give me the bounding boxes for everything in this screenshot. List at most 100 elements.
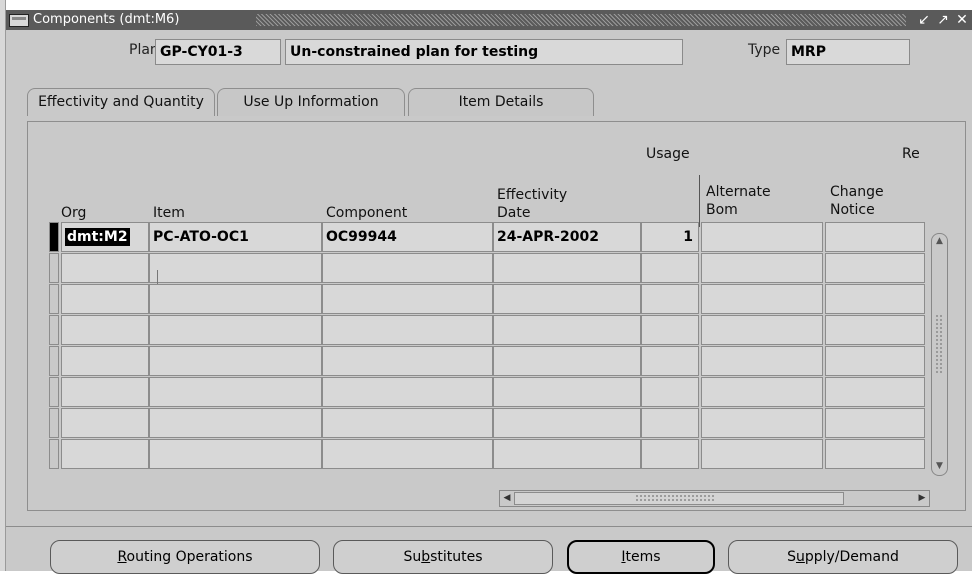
row-indicator[interactable]: [49, 253, 59, 283]
cell-change-notice[interactable]: [825, 315, 925, 345]
scroll-down-icon[interactable]: ▼: [934, 461, 945, 472]
cell-usage[interactable]: 1: [641, 222, 699, 252]
cell-component[interactable]: [322, 408, 493, 438]
cell-effectivity-date[interactable]: [493, 315, 641, 345]
row-indicator[interactable]: [49, 377, 59, 407]
supply-demand-button[interactable]: Supply/Demand: [728, 540, 958, 574]
cell-effectivity-date[interactable]: [493, 377, 641, 407]
cell-org[interactable]: [61, 439, 149, 469]
cell-change-notice[interactable]: [825, 284, 925, 314]
title-bar[interactable]: Components (dmt:M6) ↙ ↗ ✕: [6, 10, 972, 30]
scroll-left-icon[interactable]: ◀: [501, 492, 513, 505]
tab-item-details[interactable]: Item Details: [408, 88, 594, 116]
type-field[interactable]: MRP: [786, 39, 910, 65]
cell-effectivity-date[interactable]: [493, 408, 641, 438]
cell-item[interactable]: [149, 346, 322, 376]
cell-effectivity-date[interactable]: [493, 284, 641, 314]
cell-item[interactable]: [149, 377, 322, 407]
cell-component[interactable]: [322, 377, 493, 407]
cell-alternate-bom[interactable]: [701, 408, 823, 438]
usage-group-header: Usage: [646, 146, 690, 162]
scroll-grip-icon: [635, 494, 715, 502]
supply-button-pre: S: [787, 549, 796, 565]
substitutes-button-pre: Su: [403, 549, 422, 565]
cell-org[interactable]: dmt:M2: [61, 222, 149, 252]
cell-org[interactable]: [61, 315, 149, 345]
cell-item[interactable]: [149, 439, 322, 469]
scroll-up-icon[interactable]: ▲: [934, 236, 945, 247]
row-indicator[interactable]: [49, 439, 59, 469]
row-indicator[interactable]: [49, 315, 59, 345]
cell-change-notice[interactable]: [825, 253, 925, 283]
cell-alternate-bom[interactable]: [701, 346, 823, 376]
cell-change-notice[interactable]: [825, 222, 925, 252]
cell-change-notice[interactable]: [825, 346, 925, 376]
routing-button-post: outing Operations: [126, 549, 253, 565]
cell-component[interactable]: OC99944: [322, 222, 493, 252]
cell-component[interactable]: [322, 439, 493, 469]
scroll-right-icon[interactable]: ▶: [916, 492, 928, 505]
cell-change-notice[interactable]: [825, 377, 925, 407]
cell-change-notice[interactable]: [825, 408, 925, 438]
cell-item[interactable]: [149, 408, 322, 438]
items-button[interactable]: Items: [567, 540, 715, 574]
cell-alternate-bom[interactable]: [701, 222, 823, 252]
minimize-icon[interactable]: ↙: [916, 11, 932, 29]
row-indicator[interactable]: [49, 284, 59, 314]
column-header-change-notice: Notice: [830, 202, 875, 218]
maximize-icon[interactable]: ↗: [935, 11, 951, 29]
cell-usage[interactable]: [641, 284, 699, 314]
cell-alternate-bom[interactable]: [701, 377, 823, 407]
cell-usage[interactable]: [641, 408, 699, 438]
cell-item[interactable]: [149, 315, 322, 345]
substitutes-button-mnemonic: b: [421, 549, 431, 565]
type-label: Type: [748, 42, 781, 58]
cell-effectivity-date[interactable]: [493, 253, 641, 283]
cell-component[interactable]: [322, 346, 493, 376]
column-header-component: Component: [326, 205, 408, 221]
cell-component[interactable]: [322, 284, 493, 314]
substitutes-button[interactable]: Substitutes: [333, 540, 553, 574]
cell-alternate-bom[interactable]: [701, 315, 823, 345]
cell-change-notice[interactable]: [825, 439, 925, 469]
cell-component[interactable]: [322, 253, 493, 283]
text-cursor: [157, 270, 158, 284]
cell-usage[interactable]: [641, 253, 699, 283]
tab-effectivity-and-quantity[interactable]: Effectivity and Quantity: [27, 88, 215, 116]
cell-component[interactable]: [322, 315, 493, 345]
cell-item[interactable]: [149, 253, 322, 283]
cell-usage[interactable]: [641, 439, 699, 469]
cell-usage[interactable]: [641, 315, 699, 345]
re-header-truncated: Re: [902, 146, 920, 162]
row-indicator[interactable]: [49, 408, 59, 438]
cell-usage[interactable]: [641, 346, 699, 376]
cell-alternate-bom[interactable]: [701, 439, 823, 469]
row-indicator[interactable]: [49, 222, 59, 252]
cell-effectivity-date[interactable]: 24-APR-2002: [493, 222, 641, 252]
routing-operations-button[interactable]: Routing Operations: [50, 540, 320, 574]
tab-use-up-information[interactable]: Use Up Information: [217, 88, 405, 116]
column-header-effectivity: Effectivity: [497, 187, 568, 203]
cell-org[interactable]: [61, 284, 149, 314]
oracle-app-icon: [9, 14, 29, 27]
cell-alternate-bom[interactable]: [701, 253, 823, 283]
column-header-alternate: Alternate: [706, 184, 771, 200]
close-icon[interactable]: ✕: [954, 11, 970, 29]
cell-item[interactable]: [149, 284, 322, 314]
cell-usage[interactable]: [641, 377, 699, 407]
horizontal-scrollbar[interactable]: ◀ ▶: [499, 490, 930, 507]
supply-button-mnemonic: u: [795, 549, 805, 565]
cell-org[interactable]: [61, 408, 149, 438]
cell-org[interactable]: [61, 253, 149, 283]
components-window: Components (dmt:M6) ↙ ↗ ✕ Plan GP-CY01-3…: [6, 10, 972, 574]
vertical-scrollbar[interactable]: ▲ ▼: [931, 233, 948, 476]
cell-effectivity-date[interactable]: [493, 346, 641, 376]
cell-org[interactable]: [61, 377, 149, 407]
cell-item[interactable]: PC-ATO-OC1: [149, 222, 322, 252]
cell-org[interactable]: [61, 346, 149, 376]
plan-description-field[interactable]: Un-constrained plan for testing: [285, 39, 683, 65]
row-indicator[interactable]: [49, 346, 59, 376]
cell-alternate-bom[interactable]: [701, 284, 823, 314]
plan-field[interactable]: GP-CY01-3: [155, 39, 281, 65]
cell-effectivity-date[interactable]: [493, 439, 641, 469]
